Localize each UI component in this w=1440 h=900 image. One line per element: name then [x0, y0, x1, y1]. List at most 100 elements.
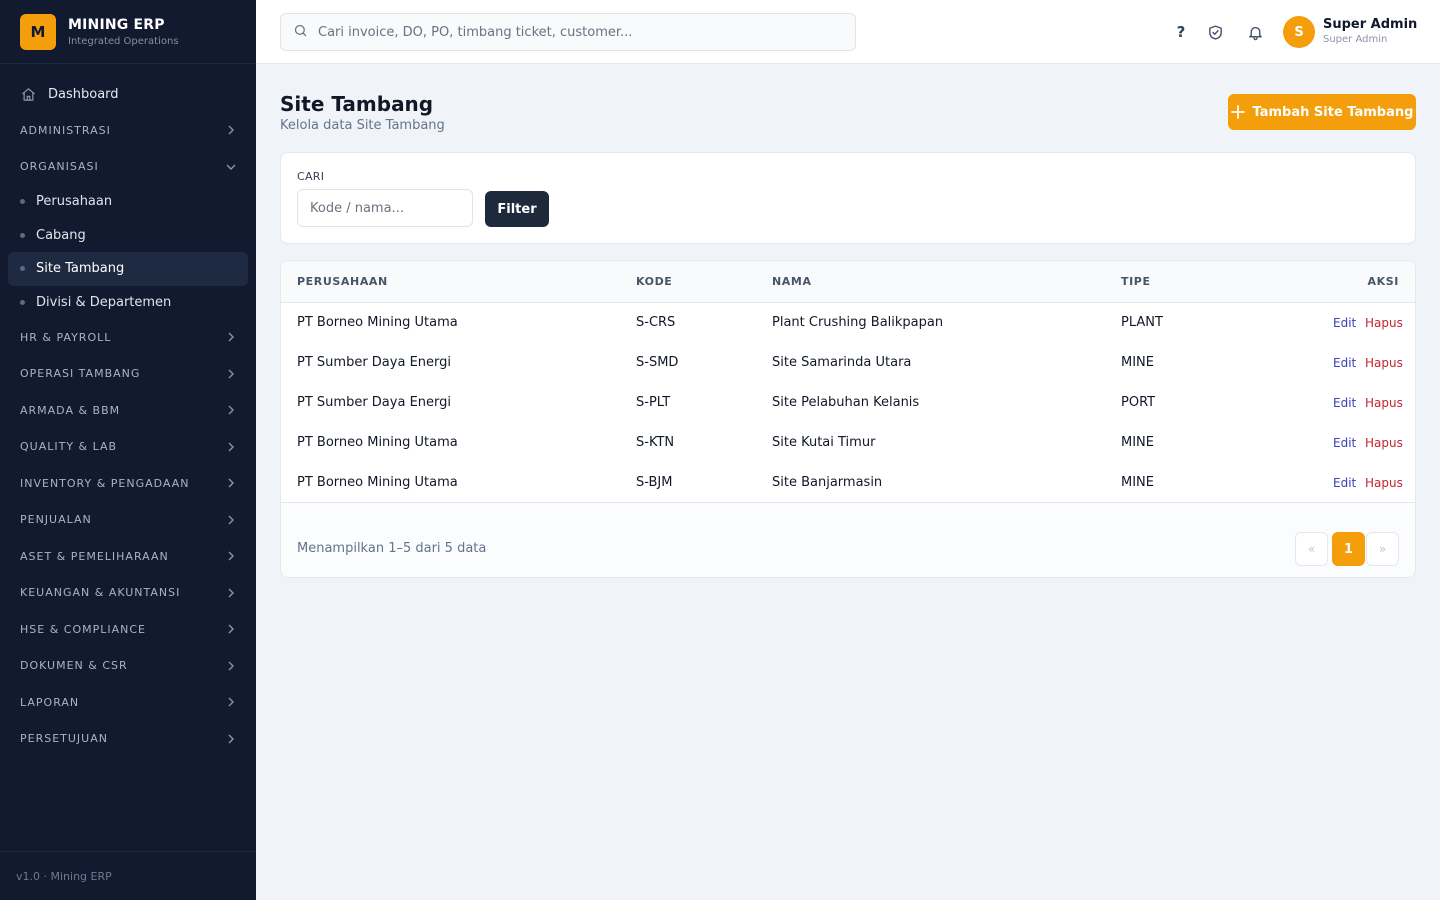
- sidebar-item-site-tambang[interactable]: Site Tambang: [8, 252, 248, 286]
- page-subtitle: Kelola data Site Tambang: [280, 118, 445, 133]
- cell-tipe: PLANT: [1121, 315, 1163, 330]
- global-search[interactable]: [280, 13, 856, 51]
- sidebar-section-armada-bbm[interactable]: ARMADA & BBM: [0, 392, 256, 429]
- sidebar-section-hr-payroll[interactable]: HR & PAYROLL: [0, 319, 256, 356]
- pagination-prev-button[interactable]: «: [1295, 532, 1328, 566]
- user-name[interactable]: Super Admin: [1323, 17, 1417, 32]
- sidebar-section-inventory-pengadaan[interactable]: INVENTORY & PENGADAAN: [0, 465, 256, 502]
- topbar: ? S Super Admin Super Admin: [256, 0, 1440, 64]
- chevron-right-icon: [226, 515, 236, 525]
- filter-search-input[interactable]: [297, 189, 473, 227]
- chevron-right-icon: [226, 624, 236, 634]
- sidebar-section-penjualan[interactable]: PENJUALAN: [0, 502, 256, 539]
- bullet-icon: [20, 199, 25, 205]
- edit-link[interactable]: Edit: [1333, 436, 1356, 450]
- chevron-right-icon: [226, 478, 236, 488]
- cell-perusahaan: PT Borneo Mining Utama: [297, 435, 458, 450]
- search-icon: [293, 23, 308, 42]
- delete-link[interactable]: Hapus: [1365, 436, 1403, 450]
- chevron-right-icon: [226, 734, 236, 744]
- chevron-right-icon: [226, 332, 236, 342]
- brand: M MINING ERP Integrated Operations: [0, 0, 256, 64]
- bullet-icon: [20, 232, 25, 238]
- edit-link[interactable]: Edit: [1333, 476, 1356, 490]
- cell-kode: S-KTN: [636, 435, 675, 450]
- delete-link[interactable]: Hapus: [1365, 356, 1403, 370]
- chevron-right-icon: [226, 588, 236, 598]
- table-row: PT Sumber Daya Energi S-PLT Site Pelabuh…: [281, 383, 1415, 423]
- sidebar-section-laporan[interactable]: LAPORAN: [0, 684, 256, 721]
- column-header-perusahaan[interactable]: PERUSAHAAN: [297, 275, 388, 288]
- table-header: PERUSAHAAN KODE NAMA TIPE AKSI: [281, 261, 1415, 303]
- filter-label: CARI: [297, 170, 325, 183]
- add-site-button[interactable]: Tambah Site Tambang: [1228, 94, 1416, 130]
- page-title: Site Tambang: [280, 92, 434, 116]
- chevron-right-icon: [226, 369, 236, 379]
- sidebar-section-quality-lab[interactable]: QUALITY & LAB: [0, 429, 256, 466]
- cell-nama: Site Pelabuhan Kelanis: [772, 395, 920, 410]
- cell-tipe: MINE: [1121, 435, 1154, 450]
- sidebar-item-dashboard[interactable]: Dashboard: [0, 76, 256, 112]
- shield-check-icon[interactable]: [1205, 22, 1225, 42]
- sidebar-footer: v1.0 · Mining ERP: [0, 851, 256, 900]
- cell-kode: S-SMD: [636, 355, 679, 370]
- plus-icon: [1230, 105, 1245, 119]
- sidebar-section-keuangan-akuntansi[interactable]: KEUANGAN & AKUNTANSI: [0, 575, 256, 612]
- cell-kode: S-BJM: [636, 475, 673, 490]
- bullet-icon: [20, 266, 25, 272]
- home-icon: [20, 86, 36, 102]
- cell-nama: Plant Crushing Balikpapan: [772, 315, 944, 330]
- site-table: PERUSAHAAN KODE NAMA TIPE AKSI PT Borneo…: [280, 260, 1416, 578]
- sidebar-item-label: Dashboard: [48, 86, 119, 102]
- cell-tipe: PORT: [1121, 395, 1156, 410]
- bullet-icon: [20, 299, 25, 305]
- bell-icon[interactable]: [1245, 22, 1265, 42]
- edit-link[interactable]: Edit: [1333, 316, 1356, 330]
- sidebar-section-administrasi[interactable]: ADMINISTRASI: [0, 112, 256, 149]
- cell-kode: S-PLT: [636, 395, 671, 410]
- edit-link[interactable]: Edit: [1333, 396, 1356, 410]
- edit-link[interactable]: Edit: [1333, 356, 1356, 370]
- column-header-nama[interactable]: NAMA: [772, 275, 812, 288]
- brand-logo[interactable]: M: [20, 13, 56, 50]
- filter-card: CARI Filter: [280, 152, 1416, 244]
- sidebar-section-dokumen-csr[interactable]: DOKUMEN & CSR: [0, 648, 256, 685]
- filter-button[interactable]: Filter: [485, 191, 549, 227]
- sidebar-item-cabang[interactable]: Cabang: [8, 219, 248, 253]
- table-footer: Menampilkan 1–5 dari 5 data « 1 »: [281, 502, 1415, 577]
- delete-link[interactable]: Hapus: [1365, 316, 1403, 330]
- chevron-down-icon: [226, 162, 236, 172]
- column-header-kode[interactable]: KODE: [636, 275, 672, 288]
- brand-subtitle: Integrated Operations: [68, 35, 179, 47]
- search-input[interactable]: [318, 24, 838, 40]
- brand-title: MINING ERP: [68, 16, 165, 33]
- table-row: PT Borneo Mining Utama S-KTN Site Kutai …: [281, 423, 1415, 463]
- sidebar-nav: Dashboard ADMINISTRASI ORGANISASI Perusa…: [0, 64, 256, 757]
- chevron-right-icon: [226, 125, 236, 135]
- sidebar-section-operasi-tambang[interactable]: OPERASI TAMBANG: [0, 356, 256, 393]
- sidebar-item-perusahaan[interactable]: Perusahaan: [8, 185, 248, 219]
- user-role: Super Admin: [1323, 34, 1388, 45]
- sidebar-section-aset-pemeliharaan[interactable]: ASET & PEMELIHARAAN: [0, 538, 256, 575]
- column-header-aksi: AKSI: [1367, 275, 1399, 288]
- chevron-right-icon: [226, 661, 236, 671]
- column-header-tipe[interactable]: TIPE: [1121, 275, 1151, 288]
- table-row: PT Borneo Mining Utama S-BJM Site Banjar…: [281, 463, 1415, 503]
- sidebar-section-hse-compliance[interactable]: HSE & COMPLIANCE: [0, 611, 256, 648]
- cell-nama: Site Samarinda Utara: [772, 355, 912, 370]
- cell-nama: Site Kutai Timur: [772, 435, 876, 450]
- sidebar-section-organisasi[interactable]: ORGANISASI: [0, 149, 256, 186]
- pagination-page-button[interactable]: 1: [1332, 532, 1365, 566]
- cell-perusahaan: PT Borneo Mining Utama: [297, 475, 458, 490]
- sidebar-section-persetujuan[interactable]: PERSETUJUAN: [0, 721, 256, 758]
- avatar[interactable]: S: [1283, 16, 1315, 48]
- add-site-button-label: Tambah Site Tambang: [1252, 104, 1414, 120]
- cell-perusahaan: PT Sumber Daya Energi: [297, 355, 451, 370]
- delete-link[interactable]: Hapus: [1365, 476, 1403, 490]
- pagination-next-button[interactable]: »: [1366, 532, 1399, 566]
- help-icon[interactable]: ?: [1171, 22, 1191, 42]
- chevron-right-icon: [226, 442, 236, 452]
- delete-link[interactable]: Hapus: [1365, 396, 1403, 410]
- sidebar-item-divisi-departemen[interactable]: Divisi & Departemen: [8, 286, 248, 320]
- pagination-summary: Menampilkan 1–5 dari 5 data: [297, 541, 487, 556]
